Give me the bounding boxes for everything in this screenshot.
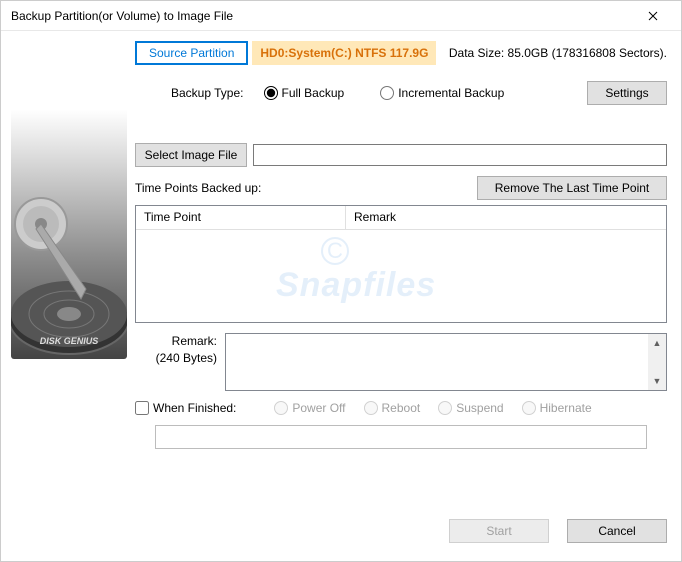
hibernate-radio: Hibernate [522, 401, 592, 415]
time-points-table: Time Point Remark [135, 205, 667, 323]
incremental-backup-radio[interactable]: Incremental Backup [380, 86, 504, 100]
close-icon [648, 11, 658, 21]
remark-label-group: Remark: (240 Bytes) [135, 333, 225, 391]
full-backup-radio-input[interactable] [264, 86, 278, 100]
suspend-radio: Suspend [438, 401, 503, 415]
progress-bar [155, 425, 647, 449]
scroll-up-icon[interactable]: ▲ [648, 334, 666, 352]
remark-textarea[interactable] [226, 334, 648, 390]
main-panel: Source Partition HD0:System(C:) NTFS 117… [127, 31, 681, 561]
remove-last-time-point-button[interactable]: Remove The Last Time Point [477, 176, 667, 200]
data-size-label: Data Size: 85.0GB (178316808 Sectors). [449, 46, 667, 60]
settings-button[interactable]: Settings [587, 81, 667, 105]
table-col-remark[interactable]: Remark [346, 206, 666, 229]
window-title: Backup Partition(or Volume) to Image Fil… [11, 9, 233, 23]
image-file-path-input[interactable] [253, 144, 667, 166]
remark-scrollbar[interactable]: ▲ ▼ [648, 334, 666, 390]
remark-bytes-label: (240 Bytes) [135, 350, 217, 367]
select-image-file-button[interactable]: Select Image File [135, 143, 247, 167]
cancel-button[interactable]: Cancel [567, 519, 667, 543]
incremental-backup-radio-input[interactable] [380, 86, 394, 100]
backup-type-label: Backup Type: [171, 86, 244, 100]
reboot-radio: Reboot [364, 401, 421, 415]
scroll-down-icon[interactable]: ▼ [648, 372, 666, 390]
backup-dialog: Backup Partition(or Volume) to Image Fil… [0, 0, 682, 562]
titlebar: Backup Partition(or Volume) to Image Fil… [1, 1, 681, 31]
start-button[interactable]: Start [449, 519, 549, 543]
poweroff-radio: Power Off [274, 401, 345, 415]
disk-illustration: DISK GENIUS [11, 39, 127, 359]
full-backup-radio[interactable]: Full Backup [264, 86, 345, 100]
when-finished-checkbox-input[interactable] [135, 401, 149, 415]
full-backup-label: Full Backup [282, 86, 345, 100]
table-col-time-point[interactable]: Time Point [136, 206, 346, 229]
remark-label: Remark: [135, 333, 217, 350]
sidebar: DISK GENIUS [1, 31, 127, 561]
time-points-label: Time Points Backed up: [135, 181, 261, 195]
close-button[interactable] [633, 2, 673, 30]
svg-text:DISK GENIUS: DISK GENIUS [40, 336, 99, 346]
when-finished-checkbox[interactable]: When Finished: [135, 401, 236, 415]
partition-info: HD0:System(C:) NTFS 117.9G [252, 41, 436, 65]
source-partition-tab[interactable]: Source Partition [135, 41, 248, 65]
when-finished-label: When Finished: [153, 401, 236, 415]
incremental-backup-label: Incremental Backup [398, 86, 504, 100]
